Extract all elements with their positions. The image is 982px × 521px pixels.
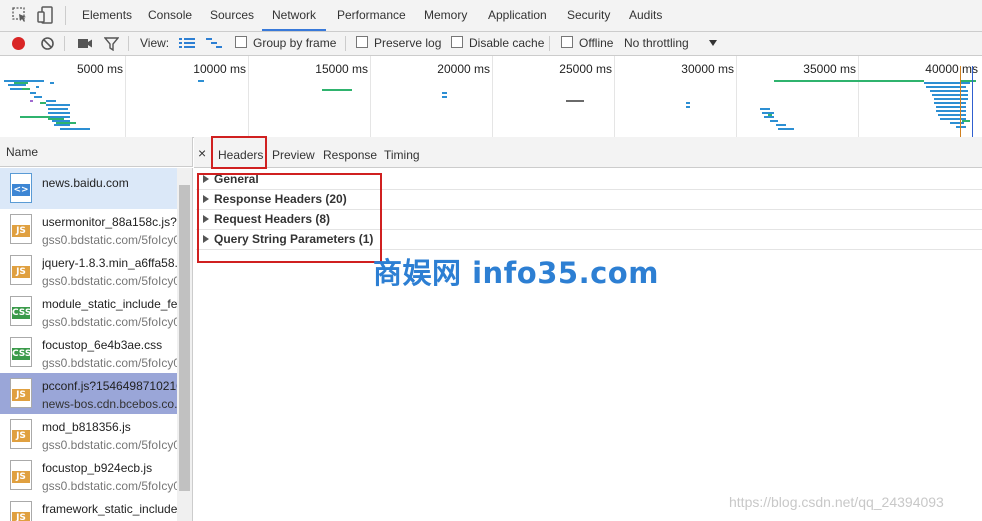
file-type-tag: JS xyxy=(12,512,30,521)
disable-cache-checkbox[interactable]: Disable cache xyxy=(451,32,544,55)
tab-security[interactable]: Security xyxy=(557,0,620,31)
clear-icon[interactable] xyxy=(40,36,55,54)
request-waterfall-bars xyxy=(4,66,976,137)
request-domain: gss0.bdstatic.com/5foIcy0 xyxy=(42,233,177,247)
name-column-header[interactable]: Name xyxy=(0,137,193,167)
request-domain: gss0.bdstatic.com/5foIcy0 xyxy=(42,356,177,370)
file-type-tag: CSS xyxy=(12,307,32,319)
preserve-log-checkbox[interactable]: Preserve log xyxy=(356,32,441,55)
request-name: module_static_include_fea xyxy=(42,297,177,311)
js-file-icon: JS xyxy=(10,378,32,408)
tab-response[interactable]: Response xyxy=(323,137,377,167)
large-rows-icon[interactable] xyxy=(179,37,195,53)
tab-sources[interactable]: Sources xyxy=(200,0,264,31)
sections-highlight-box xyxy=(197,173,382,263)
checkbox-box xyxy=(451,36,463,48)
group-by-frame-checkbox[interactable]: Group by frame xyxy=(235,32,336,55)
toolbar-divider xyxy=(345,36,346,51)
request-name: mod_b818356.js xyxy=(42,420,131,434)
file-type-tag: <> xyxy=(12,184,30,196)
tab-console[interactable]: Console xyxy=(138,0,202,31)
request-name: usermonitor_88a158c.js?v xyxy=(42,215,177,229)
devtools-tab-bar: Elements Console Sources Network Perform… xyxy=(0,0,982,32)
file-type-tag: JS xyxy=(12,471,30,483)
request-name: focustop_b924ecb.js xyxy=(42,461,153,475)
request-name: news.baidu.com xyxy=(42,176,129,190)
toolbar-divider xyxy=(128,36,129,51)
toolbar-divider xyxy=(549,36,550,51)
tab-audits[interactable]: Audits xyxy=(619,0,672,31)
file-type-tag: JS xyxy=(12,225,30,237)
file-type-tag: CSS xyxy=(12,348,32,360)
offline-label: Offline xyxy=(579,36,614,50)
request-domain: gss0.bdstatic.com/5foIcy0 xyxy=(42,438,177,452)
record-icon[interactable] xyxy=(12,37,25,50)
css-file-icon: CSS xyxy=(10,337,32,367)
detail-tab-bar: × Headers Preview Response Timing xyxy=(194,137,982,168)
tab-elements[interactable]: Elements xyxy=(72,0,142,31)
request-domain: gss0.bdstatic.com/5foIcy0 xyxy=(42,479,177,493)
network-toolbar: View: Group by frame Preserve log Disabl… xyxy=(0,32,982,56)
request-name: framework_static_include_ xyxy=(42,502,177,516)
throttling-select[interactable]: No throttling xyxy=(624,32,689,55)
js-file-icon: JS xyxy=(10,255,32,285)
offline-checkbox[interactable]: Offline xyxy=(561,32,613,55)
request-row[interactable]: <> news.baidu.com xyxy=(0,168,177,209)
preserve-log-label: Preserve log xyxy=(374,36,442,50)
request-row[interactable]: JS mod_b818356.js gss0.bdstatic.com/5foI… xyxy=(0,414,177,455)
js-file-icon: JS xyxy=(10,419,32,449)
timeline-overview[interactable]: 5000 ms 10000 ms 15000 ms 20000 ms 25000… xyxy=(0,56,982,138)
request-row[interactable]: JS usermonitor_88a158c.js?v gss0.bdstati… xyxy=(0,209,177,250)
request-row[interactable]: JS jquery-1.8.3.min_a6ffa58.j gss0.bdsta… xyxy=(0,250,177,291)
checkbox-box xyxy=(561,36,573,48)
toolbar-divider xyxy=(64,36,65,51)
dropdown-arrow-icon[interactable] xyxy=(709,40,717,46)
file-type-tag: JS xyxy=(12,430,30,442)
request-row[interactable]: JS focustop_b924ecb.js gss0.bdstatic.com… xyxy=(0,455,177,496)
device-mode-icon[interactable] xyxy=(37,6,55,24)
request-domain: gss0.bdstatic.com/5foIcy0 xyxy=(42,274,177,288)
tab-application[interactable]: Application xyxy=(478,0,557,31)
tab-preview[interactable]: Preview xyxy=(272,137,315,167)
filter-icon[interactable] xyxy=(103,37,120,54)
request-name: focustop_6e4b3ae.css xyxy=(42,338,163,352)
disable-cache-label: Disable cache xyxy=(469,36,545,50)
request-row[interactable]: JS framework_static_include_ xyxy=(0,496,177,521)
html-file-icon: <> xyxy=(10,173,32,203)
view-label: View: xyxy=(140,36,170,50)
watermark-text: 商娱网 info35.com xyxy=(373,256,659,290)
request-list: <> news.baidu.com JS usermonitor_88a158c… xyxy=(0,168,193,521)
file-type-tag: JS xyxy=(12,389,30,401)
inspect-cursor-icon[interactable] xyxy=(11,6,29,24)
request-row[interactable]: JS pcconf.js?1546498710216 news-bos.cdn.… xyxy=(0,373,177,414)
close-icon[interactable]: × xyxy=(198,137,206,167)
js-file-icon: JS xyxy=(10,501,32,521)
request-name: jquery-1.8.3.min_a6ffa58.j xyxy=(42,256,177,270)
js-file-icon: JS xyxy=(10,214,32,244)
tab-performance[interactable]: Performance xyxy=(327,0,416,31)
css-file-icon: CSS xyxy=(10,296,32,326)
tab-memory[interactable]: Memory xyxy=(414,0,477,31)
group-by-frame-label: Group by frame xyxy=(253,36,337,50)
toolbar-divider xyxy=(65,6,66,25)
file-type-tag: JS xyxy=(12,266,30,278)
tab-network[interactable]: Network xyxy=(262,0,327,31)
footer-watermark: https://blog.csdn.net/qq_24394093 xyxy=(729,494,944,510)
waterfall-icon[interactable] xyxy=(206,37,223,53)
checkbox-box xyxy=(235,36,247,48)
request-domain: news-bos.cdn.bcebos.co... xyxy=(42,397,177,411)
checkbox-box xyxy=(356,36,368,48)
tab-timing[interactable]: Timing xyxy=(384,137,420,167)
headers-tab-highlight-box xyxy=(211,136,267,169)
request-domain: gss0.bdstatic.com/5foIcy0 xyxy=(42,315,177,329)
screenshot-camera-icon[interactable] xyxy=(77,37,93,53)
scrollbar-thumb[interactable] xyxy=(179,185,190,491)
request-row[interactable]: CSS focustop_6e4b3ae.css gss0.bdstatic.c… xyxy=(0,332,177,373)
request-name: pcconf.js?1546498710216 xyxy=(42,379,177,393)
request-row[interactable]: CSS module_static_include_fea gss0.bdsta… xyxy=(0,291,177,332)
js-file-icon: JS xyxy=(10,460,32,490)
